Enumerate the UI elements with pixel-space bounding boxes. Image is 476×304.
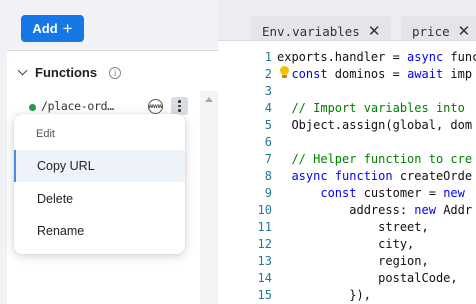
add-button[interactable]: Add + — [21, 15, 84, 42]
code-line: Object.assign(global, dom — [277, 118, 473, 132]
code-editor[interactable]: 1 2 3 4 5 6 7 8 9 10 11 12 13 14 15 expo… — [218, 40, 476, 304]
code-line: postalCode, — [277, 271, 458, 285]
code-line: // Helper function to cre — [277, 152, 473, 166]
close-icon[interactable]: ✕ — [368, 22, 381, 40]
menu-item-label: Copy URL — [37, 159, 95, 173]
status-dot-icon — [29, 104, 36, 111]
code-line: const customer = new — [320, 186, 465, 200]
line-number: 4 — [264, 101, 272, 115]
line-number: 5 — [264, 118, 272, 132]
line-number: 3 — [264, 84, 272, 98]
line-number-gutter: 1 2 3 4 5 6 7 8 9 10 11 12 13 14 15 — [218, 41, 272, 304]
line-number: 14 — [257, 271, 272, 285]
line-number: 10 — [257, 203, 272, 217]
menu-item-delete[interactable]: Delete — [14, 183, 185, 215]
www-globe-icon[interactable]: www — [148, 99, 163, 114]
line-number: 11 — [257, 220, 272, 234]
close-icon[interactable]: ✕ — [458, 22, 471, 40]
line-number: 12 — [257, 237, 272, 251]
app-root: Add + Functions i /place-ord… www Env.va… — [0, 0, 476, 304]
line-number: 2 — [264, 67, 272, 81]
tab-label: price — [412, 23, 450, 39]
functions-section-header[interactable]: Functions i — [17, 65, 122, 80]
menu-item-label: Rename — [37, 224, 85, 238]
tab-label: Env.variables — [262, 23, 360, 39]
info-icon[interactable]: i — [109, 66, 122, 79]
functions-section-title: Functions — [35, 65, 98, 80]
menu-item-label: Delete — [37, 192, 74, 206]
code-line: street, — [277, 220, 429, 234]
menu-item-copy-url[interactable]: Copy URL — [14, 150, 185, 182]
code-line: address: new Addr — [277, 203, 473, 217]
code-line: const dominos = await imp — [291, 67, 473, 81]
line-number: 15 — [257, 288, 272, 302]
code-line: async function createOrde — [291, 169, 473, 183]
line-number: 9 — [264, 186, 272, 200]
chevron-down-icon[interactable] — [17, 65, 28, 76]
code-line: region, — [277, 254, 429, 268]
context-menu-heading: Edit — [36, 128, 55, 140]
sidebar-scrollbar[interactable] — [200, 91, 218, 304]
code-line: city, — [277, 237, 415, 251]
more-options-button[interactable] — [171, 97, 188, 115]
plus-icon: + — [62, 19, 73, 38]
code-line: }), — [277, 288, 371, 302]
scroll-up-arrow-icon[interactable] — [205, 97, 213, 102]
line-number: 13 — [257, 254, 272, 268]
code-line: exports.handler = async funct — [277, 50, 476, 64]
line-number: 8 — [264, 169, 272, 183]
function-name: /place-ord… — [41, 99, 114, 113]
code-area[interactable]: exports.handler = async funct const domi… — [277, 41, 476, 304]
line-number: 6 — [264, 135, 272, 149]
menu-item-rename[interactable]: Rename — [14, 215, 185, 247]
code-line: // Import variables into — [277, 101, 465, 115]
add-button-label: Add — [32, 21, 58, 36]
line-number: 7 — [264, 152, 272, 166]
context-menu: Edit Copy URL Delete Rename — [14, 114, 185, 254]
line-number: 1 — [264, 50, 272, 64]
